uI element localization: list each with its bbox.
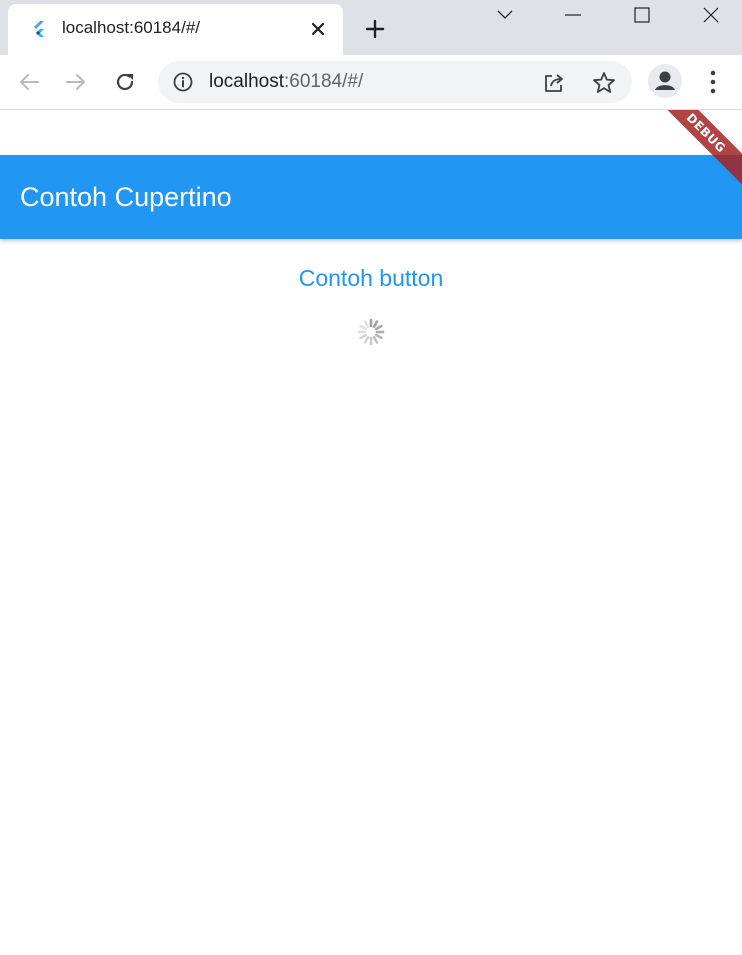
tab-close-icon[interactable] bbox=[308, 19, 328, 39]
window-close-icon[interactable] bbox=[688, 0, 734, 30]
contoh-text-button[interactable]: Contoh button bbox=[271, 258, 471, 298]
forward-arrow-icon[interactable] bbox=[60, 66, 92, 98]
share-icon[interactable] bbox=[541, 70, 567, 96]
flutter-favicon-icon bbox=[30, 20, 48, 38]
browser-tab[interactable]: localhost:60184/#/ bbox=[8, 4, 343, 55]
url-path: :60184/#/ bbox=[284, 71, 364, 92]
address-bar[interactable]: localhost:60184/#/ bbox=[158, 61, 632, 103]
app-bar-title: Contoh Cupertino bbox=[20, 182, 232, 212]
profile-avatar-icon[interactable] bbox=[648, 64, 682, 98]
minimize-icon[interactable] bbox=[550, 0, 596, 30]
back-arrow-icon[interactable] bbox=[13, 66, 45, 98]
new-tab-plus-icon[interactable] bbox=[361, 15, 389, 43]
reload-icon[interactable] bbox=[109, 66, 141, 98]
site-info-icon[interactable] bbox=[172, 71, 194, 93]
more-options-icon[interactable] bbox=[699, 65, 727, 99]
tab-title: localhost:60184/#/ bbox=[62, 18, 200, 37]
url-host: localhost bbox=[209, 71, 284, 92]
page-viewport: Contoh Cupertino Contoh button DEBUG bbox=[0, 110, 742, 955]
maximize-icon[interactable] bbox=[619, 0, 665, 30]
browser-toolbar: localhost:60184/#/ bbox=[0, 55, 742, 109]
browser-tabstrip: localhost:60184/#/ bbox=[0, 0, 742, 55]
cupertino-activity-indicator-icon bbox=[356, 317, 386, 347]
bookmark-star-icon[interactable] bbox=[591, 70, 617, 96]
url-text[interactable]: localhost:60184/#/ bbox=[209, 71, 363, 93]
tab-search-chevron-icon[interactable] bbox=[482, 0, 528, 30]
app-bar: Contoh Cupertino bbox=[0, 155, 742, 239]
